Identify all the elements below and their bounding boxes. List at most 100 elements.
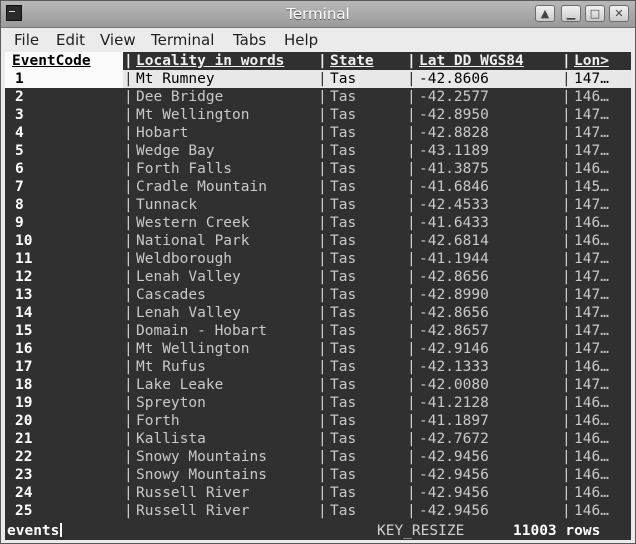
title-bar[interactable]: Terminal ▲ ▁ □ ✕	[1, 1, 635, 28]
table-row[interactable]: 13 Cascades Tas -42.8990 147… | | | |	[5, 286, 631, 304]
header-longitude[interactable]: Lon>	[574, 52, 609, 70]
table-row[interactable]: 18 Lake Leake Tas -42.0080 147… | | | |	[5, 376, 631, 394]
cell-latitude: -42.8656	[419, 305, 489, 321]
column-separator: |	[124, 215, 133, 231]
keep-above-button[interactable]: ▲	[535, 5, 555, 22]
minimize-icon: ▁	[566, 7, 576, 20]
column-separator: |	[407, 233, 416, 249]
table-row[interactable]: 25 Russell River Tas -42.9456 146… | | | |	[5, 502, 631, 520]
table-row[interactable]: 9 Western Creek Tas -41.6433 146… | | | |	[5, 214, 631, 232]
terminal-area[interactable]: EventCode | Locality in words | State | …	[5, 52, 631, 540]
menu-view[interactable]: View	[100, 31, 136, 49]
cell-eventcode: 18	[15, 377, 33, 393]
cell-eventcode: 25	[15, 503, 33, 519]
column-separator: |	[407, 485, 416, 501]
cell-latitude: -42.8656	[419, 269, 489, 285]
header-latitude[interactable]: Lat DD WGS84	[419, 52, 524, 70]
cell-eventcode: 21	[15, 431, 33, 447]
cell-latitude: -42.9456	[419, 503, 489, 519]
cell-longitude: 147…	[574, 71, 609, 87]
table-row[interactable]: 10 National Park Tas -42.6814 146… | | | |	[5, 232, 631, 250]
cell-locality: Domain - Hobart	[136, 323, 267, 339]
table-row[interactable]: 6 Forth Falls Tas -41.3875 146… | | | |	[5, 160, 631, 178]
cell-state: Tas	[330, 377, 357, 393]
cell-longitude: 145…	[574, 179, 609, 195]
table-row[interactable]: 1 Mt Rumney Tas -42.8606 147… | | | |	[5, 70, 631, 88]
menu-terminal[interactable]: Terminal	[151, 31, 214, 49]
table-row[interactable]: 5 Wedge Bay Tas -43.1189 147… | | | |	[5, 142, 631, 160]
table-row[interactable]: 11 Weldborough Tas -41.1944 147… | | | |	[5, 250, 631, 268]
column-separator: |	[562, 125, 571, 141]
menu-file[interactable]: File	[14, 31, 39, 49]
cell-state: Tas	[330, 485, 357, 501]
cell-eventcode: 11	[15, 251, 33, 267]
cell-eventcode: 14	[15, 305, 33, 321]
maximize-button[interactable]: □	[585, 5, 605, 22]
column-separator: |	[318, 53, 327, 69]
cell-locality: Tunnack	[136, 197, 198, 213]
column-separator: |	[124, 269, 133, 285]
menu-bar: File Edit View Terminal Tabs Help	[1, 28, 635, 52]
close-button[interactable]: ✕	[609, 5, 629, 22]
table-row[interactable]: 12 Lenah Valley Tas -42.8656 147… | | | |	[5, 268, 631, 286]
table-row[interactable]: 8 Tunnack Tas -42.4533 147… | | | |	[5, 196, 631, 214]
column-separator: |	[124, 413, 133, 429]
table-row[interactable]: 19 Spreyton Tas -41.2128 146… | | | |	[5, 394, 631, 412]
cell-locality: Forth Falls	[136, 161, 233, 177]
table-row[interactable]: 20 Forth Tas -41.1897 146… | | | |	[5, 412, 631, 430]
table-row[interactable]: 17 Mt Rufus Tas -42.1333 146… | | | |	[5, 358, 631, 376]
cell-state: Tas	[330, 107, 357, 123]
cell-longitude: 147…	[574, 323, 609, 339]
table-row[interactable]: 2 Dee Bridge Tas -42.2577 146… | | | |	[5, 88, 631, 106]
cell-longitude: 147…	[574, 107, 609, 123]
row-count: 11003 rows	[513, 523, 601, 539]
table-row[interactable]: 3 Mt Wellington Tas -42.8950 147… | | | |	[5, 106, 631, 124]
column-separator: |	[318, 197, 327, 213]
column-separator: |	[562, 449, 571, 465]
table-row[interactable]: 22 Snowy Mountains Tas -42.9456 146… | | | |	[5, 448, 631, 466]
minimize-button[interactable]: ▁	[561, 5, 581, 22]
cell-locality: Spreyton	[136, 395, 206, 411]
cell-state: Tas	[330, 359, 357, 375]
column-separator: |	[562, 359, 571, 375]
cell-state: Tas	[330, 143, 357, 159]
cell-latitude: -41.6433	[419, 215, 489, 231]
column-separator: |	[318, 503, 327, 519]
header-state[interactable]: State	[330, 52, 374, 70]
cell-latitude: -42.0080	[419, 377, 489, 393]
column-separator: |	[562, 431, 571, 447]
cell-state: Tas	[330, 305, 357, 321]
menu-help[interactable]: Help	[284, 31, 318, 49]
table-row[interactable]: 4 Hobart Tas -42.8828 147… | | | |	[5, 124, 631, 142]
header-eventcode[interactable]: EventCode	[5, 52, 123, 70]
table-row[interactable]: 15 Domain - Hobart Tas -42.8657 147… | | | |	[5, 322, 631, 340]
cell-state: Tas	[330, 179, 357, 195]
header-locality[interactable]: Locality in words	[136, 52, 284, 70]
table-row[interactable]: 23 Snowy Mountains Tas -42.9456 146… | | | |	[5, 466, 631, 484]
cell-longitude: 146…	[574, 449, 609, 465]
menu-tabs[interactable]: Tabs	[233, 31, 266, 49]
table-row[interactable]: 14 Lenah Valley Tas -42.8656 147… | | | |	[5, 304, 631, 322]
cell-eventcode: 19	[15, 395, 33, 411]
cell-state: Tas	[330, 269, 357, 285]
cell-state: Tas	[330, 215, 357, 231]
column-separator: |	[407, 431, 416, 447]
cell-state: Tas	[330, 503, 357, 519]
cell-state: Tas	[330, 467, 357, 483]
table-row[interactable]: 21 Kallista Tas -42.7672 146… | | | |	[5, 430, 631, 448]
column-separator: |	[407, 413, 416, 429]
table-row[interactable]: 7 Cradle Mountain Tas -41.6846 145… | | | |	[5, 178, 631, 196]
cell-latitude: -41.3875	[419, 161, 489, 177]
cell-latitude: -41.6846	[419, 179, 489, 195]
column-separator: |	[562, 107, 571, 123]
table-row[interactable]: 16 Mt Wellington Tas -42.9146 147… | | | |	[5, 340, 631, 358]
column-separator: |	[407, 341, 416, 357]
table-name[interactable]: events	[7, 522, 63, 540]
cell-state: Tas	[330, 341, 357, 357]
table-row[interactable]: 24 Russell River Tas -42.9456 146… | | | |	[5, 484, 631, 502]
cell-eventcode: 2	[15, 89, 24, 105]
column-separator: |	[407, 323, 416, 339]
cell-state: Tas	[330, 395, 357, 411]
column-separator: |	[562, 71, 571, 87]
menu-edit[interactable]: Edit	[56, 31, 85, 49]
